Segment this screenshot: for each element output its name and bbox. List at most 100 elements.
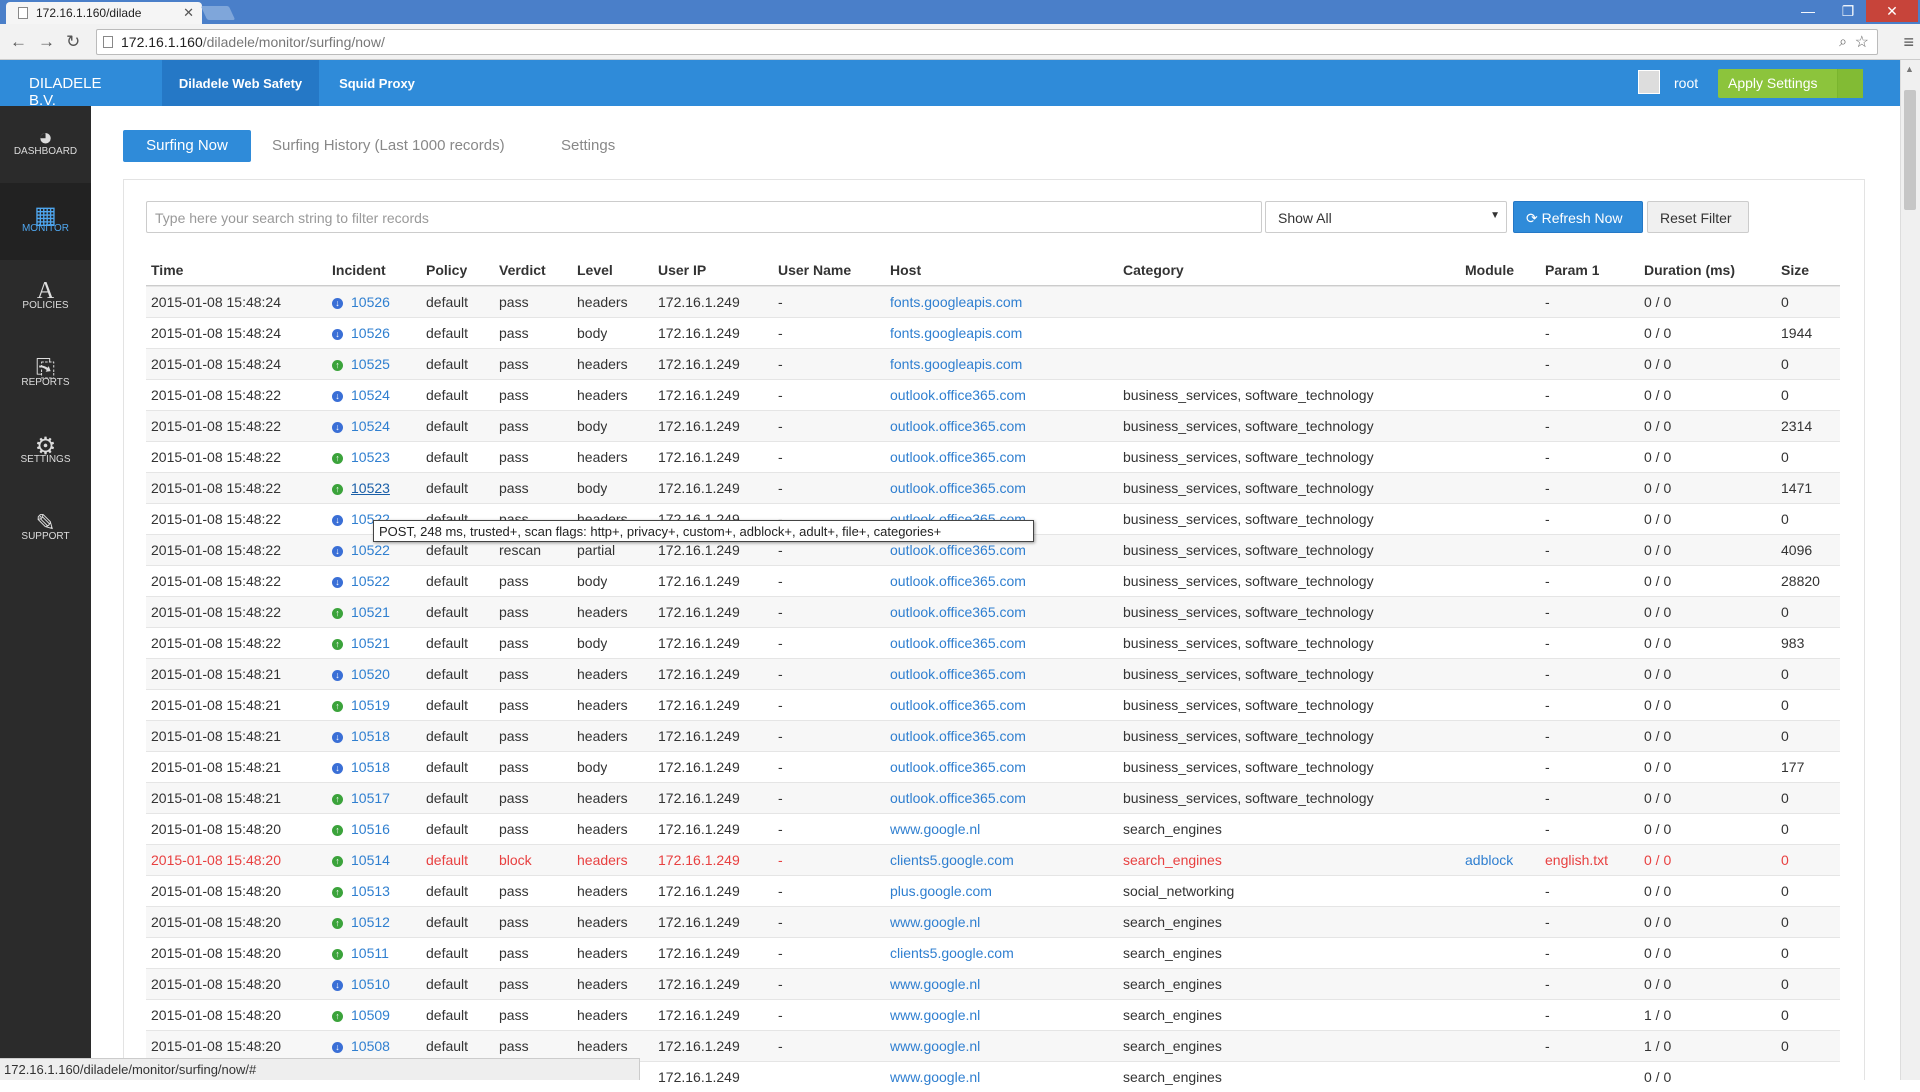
table-cell-host[interactable]: fonts.googleapis.com <box>890 294 1022 310</box>
column-header[interactable]: Incident <box>332 262 386 278</box>
incident-link[interactable]: 10508 <box>351 1038 390 1054</box>
table-cell-inc[interactable]: ↑ 10514 <box>332 852 390 868</box>
column-header[interactable]: Verdict <box>499 262 546 278</box>
column-header[interactable]: Time <box>151 262 183 278</box>
menu-icon[interactable]: ≡ <box>1903 32 1914 53</box>
filter-select[interactable]: Show All ▼ <box>1265 201 1507 233</box>
incident-link[interactable]: 10520 <box>351 666 390 682</box>
forward-icon[interactable]: → <box>38 32 55 52</box>
table-row[interactable]: 2015-01-08 15:48:24 ↓ 10526 default pass head… <box>146 286 1840 317</box>
incident-link[interactable]: 10526 <box>351 325 390 341</box>
table-cell-inc[interactable]: ↑ 10519 <box>332 697 390 713</box>
table-cell-host[interactable]: outlook.office365.com <box>890 418 1026 434</box>
close-tab-icon[interactable]: ✕ <box>183 5 194 21</box>
table-cell-host[interactable]: fonts.googleapis.com <box>890 325 1022 341</box>
table-cell-inc[interactable]: ↑ 10521 <box>332 604 390 620</box>
table-row[interactable]: 2015-01-08 15:48:20 ↑ 10513 default pass head… <box>146 875 1840 906</box>
incident-link[interactable]: 10518 <box>351 759 390 775</box>
table-cell-host[interactable]: www.google.nl <box>890 1007 980 1023</box>
incident-link[interactable]: 10521 <box>351 635 390 651</box>
table-cell-host[interactable]: outlook.office365.com <box>890 604 1026 620</box>
column-header[interactable]: User IP <box>658 262 706 278</box>
incident-link[interactable]: 10517 <box>351 790 390 806</box>
table-cell-host[interactable]: plus.google.com <box>890 883 992 899</box>
incident-link[interactable]: 10519 <box>351 697 390 713</box>
incident-link[interactable]: 10523 <box>351 449 390 465</box>
table-row[interactable]: 2015-01-08 15:48:22 ↑ 10521 default pass head… <box>146 596 1840 627</box>
table-cell-inc[interactable]: ↑ 10523 <box>332 449 390 465</box>
table-cell-host[interactable]: outlook.office365.com <box>890 728 1026 744</box>
table-cell-inc[interactable]: ↓ 10508 <box>332 1038 390 1054</box>
incident-link[interactable]: 10514 <box>351 852 390 868</box>
table-cell-inc[interactable]: ↓ 10510 <box>332 976 390 992</box>
column-header[interactable]: Param 1 <box>1545 262 1599 278</box>
minimize-icon[interactable]: — <box>1788 0 1828 22</box>
table-cell-host[interactable]: outlook.office365.com <box>890 666 1026 682</box>
sidebar-item-support[interactable]: ✎ SUPPORT <box>0 491 91 568</box>
incident-link[interactable]: 10518 <box>351 728 390 744</box>
sidebar-item-settings[interactable]: ⚙ SETTINGS <box>0 414 91 491</box>
tab-settings[interactable]: Settings <box>561 130 615 162</box>
incident-link[interactable]: 10524 <box>351 387 390 403</box>
incident-link[interactable]: 10510 <box>351 976 390 992</box>
browser-tab[interactable]: 172.16.1.160/dilade ✕ <box>6 2 202 24</box>
table-row[interactable]: 2015-01-08 15:48:20 ↑ 10516 default pass head… <box>146 813 1840 844</box>
table-row[interactable]: 2015-01-08 15:48:22 ↓ 10524 default pass head… <box>146 379 1840 410</box>
table-cell-host[interactable]: outlook.office365.com <box>890 542 1026 558</box>
table-row[interactable]: 2015-01-08 15:48:20 ↑ 10514 default block hea… <box>146 844 1840 875</box>
column-header[interactable]: Size <box>1781 262 1809 278</box>
table-cell-inc[interactable]: ↓ 10522 <box>332 573 390 589</box>
table-row[interactable]: 2015-01-08 15:48:22 ↑ 10523 default pass body… <box>146 472 1840 503</box>
new-tab-button[interactable] <box>200 6 236 20</box>
incident-link[interactable]: 10512 <box>351 914 390 930</box>
brand[interactable]: DILADELE B.V. <box>0 60 132 109</box>
table-row[interactable]: 2015-01-08 15:48:22 ↓ 10524 default pass body… <box>146 410 1840 441</box>
nav-web-safety[interactable]: Diladele Web Safety <box>162 60 319 106</box>
table-cell-host[interactable]: outlook.office365.com <box>890 480 1026 496</box>
table-row[interactable]: 2015-01-08 15:48:21 ↓ 10518 default pass head… <box>146 720 1840 751</box>
incident-link[interactable]: 10522 <box>351 573 390 589</box>
maximize-icon[interactable]: ❐ <box>1828 0 1868 22</box>
table-cell-inc[interactable]: ↓ 10526 <box>332 294 390 310</box>
table-row[interactable]: 2015-01-08 15:48:21 ↓ 10518 default pass body… <box>146 751 1840 782</box>
table-cell-host[interactable]: outlook.office365.com <box>890 635 1026 651</box>
sidebar-item-dashboard[interactable]: ◕ DASHBOARD <box>0 106 91 183</box>
table-cell-inc[interactable]: ↑ 10513 <box>332 883 390 899</box>
apply-settings-button[interactable]: Apply Settings <box>1718 69 1863 98</box>
table-cell-inc[interactable]: ↓ 10520 <box>332 666 390 682</box>
table-row[interactable]: 2015-01-08 15:48:21 ↑ 10519 default pass head… <box>146 689 1840 720</box>
column-header[interactable]: Host <box>890 262 921 278</box>
address-bar[interactable]: 172.16.1.160/diladele/monitor/surfing/no… <box>96 29 1878 55</box>
column-header[interactable]: Policy <box>426 262 467 278</box>
table-cell-inc[interactable]: ↑ 10512 <box>332 914 390 930</box>
table-row[interactable]: 2015-01-08 15:48:21 ↑ 10517 default pass head… <box>146 782 1840 813</box>
table-row[interactable]: 2015-01-08 15:48:20 ↓ 10510 default pass head… <box>146 968 1840 999</box>
incident-link[interactable]: 10525 <box>351 356 390 372</box>
table-cell-host[interactable]: fonts.googleapis.com <box>890 356 1022 372</box>
table-cell-host[interactable]: www.google.nl <box>890 1069 980 1085</box>
table-row[interactable]: 2015-01-08 15:48:20 ↑ 10511 default pass head… <box>146 937 1840 968</box>
table-cell-host[interactable]: www.google.nl <box>890 1038 980 1054</box>
nav-squid-proxy[interactable]: Squid Proxy <box>319 60 435 106</box>
incident-link[interactable]: 10516 <box>351 821 390 837</box>
sidebar-item-reports[interactable]: ⎘ REPORTS <box>0 337 91 414</box>
table-cell-host[interactable]: outlook.office365.com <box>890 449 1026 465</box>
bookmark-star-icon[interactable]: ☆ <box>1855 32 1869 52</box>
back-icon[interactable]: ← <box>10 32 27 52</box>
table-cell-host[interactable]: outlook.office365.com <box>890 697 1026 713</box>
table-cell-inc[interactable]: ↓ 10518 <box>332 728 390 744</box>
table-cell-inc[interactable]: ↑ 10523 <box>332 480 390 496</box>
table-cell-host[interactable]: outlook.office365.com <box>890 387 1026 403</box>
close-window-icon[interactable]: ✕ <box>1866 0 1918 22</box>
table-cell-host[interactable]: clients5.google.com <box>890 852 1014 868</box>
table-cell-inc[interactable]: ↑ 10525 <box>332 356 390 372</box>
table-cell-host[interactable]: outlook.office365.com <box>890 759 1026 775</box>
table-row[interactable]: 2015-01-08 15:48:20 ↑ 10509 default pass head… <box>146 999 1840 1030</box>
table-row[interactable]: 2015-01-08 15:48:22 ↓ 10522 default pass body… <box>146 565 1840 596</box>
column-header[interactable]: Duration (ms) <box>1644 262 1735 278</box>
table-cell-inc[interactable]: ↓ 10526 <box>332 325 390 341</box>
incident-link[interactable]: 10509 <box>351 1007 390 1023</box>
table-cell-host[interactable]: outlook.office365.com <box>890 790 1026 806</box>
scroll-up-icon[interactable]: ▲ <box>1905 64 1914 74</box>
incident-link[interactable]: 10521 <box>351 604 390 620</box>
